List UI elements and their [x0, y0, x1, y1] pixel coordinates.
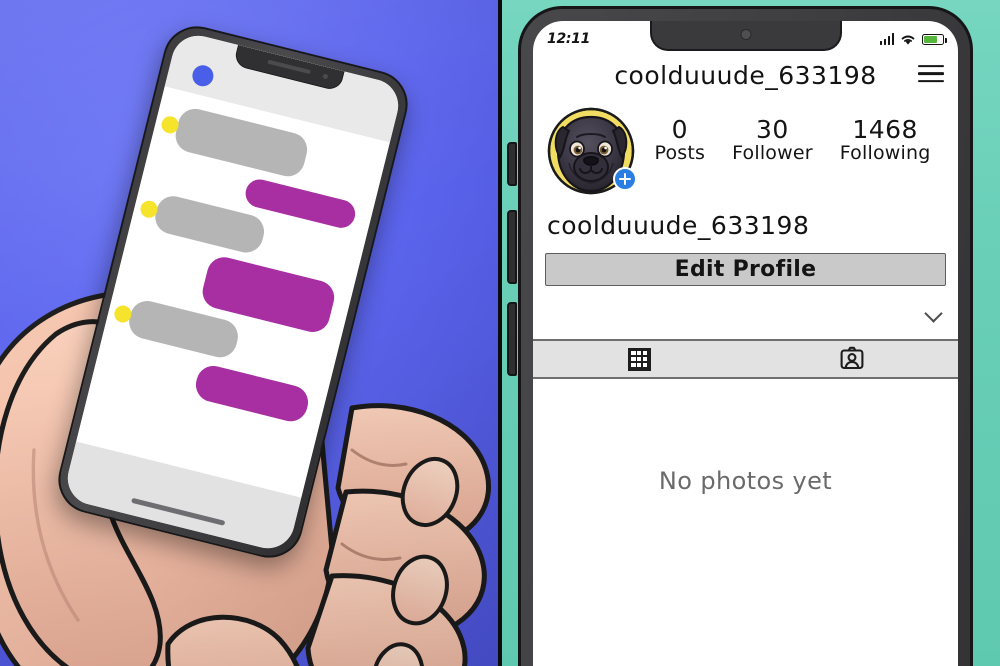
header-username: coolduuude_633198: [614, 61, 877, 90]
left-panel-hand-phone: [0, 0, 500, 666]
status-bar-icons: [879, 33, 947, 46]
wifi-icon: [901, 35, 915, 45]
posts-grid-tab[interactable]: [533, 341, 746, 377]
stat-posts[interactable]: 0 Posts: [654, 115, 706, 165]
stat-followers-label: Follower: [732, 142, 813, 165]
hamburger-menu-icon[interactable]: [918, 64, 944, 83]
right-phone-notch: [649, 21, 842, 51]
stat-followers[interactable]: 30 Follower: [732, 115, 813, 165]
empty-gallery-area: No photos yet: [533, 379, 958, 666]
tagged-photos-tab[interactable]: [746, 341, 959, 377]
stat-posts-value: 0: [671, 115, 688, 144]
battery-icon: [922, 33, 947, 45]
right-phone-screen: 12:11 coolduuude_633198 0 Posts 30 Follo…: [533, 21, 958, 666]
profile-header: coolduuude_633198: [533, 55, 958, 92]
front-camera-icon: [740, 29, 751, 40]
edit-profile-button[interactable]: Edit Profile: [545, 253, 946, 286]
stat-following[interactable]: 1468 Following: [839, 115, 931, 165]
profile-stats: 0 Posts 30 Follower 1468 Following: [635, 107, 944, 165]
volume-down-button[interactable]: [507, 302, 517, 376]
profile-display-name: coolduuude_633198: [547, 211, 810, 240]
front-camera-icon: [322, 73, 329, 80]
silent-switch-button[interactable]: [507, 142, 517, 186]
volume-up-button[interactable]: [507, 210, 517, 284]
status-bar-clock: 12:11: [547, 31, 591, 47]
avatar[interactable]: [547, 107, 637, 195]
stat-followers-value: 30: [756, 115, 789, 144]
right-panel-profile: 12:11 coolduuude_633198 0 Posts 30 Follo…: [500, 0, 1000, 666]
empty-state-text: No photos yet: [658, 467, 833, 495]
profile-summary-row: 0 Posts 30 Follower 1468 Following: [533, 107, 958, 195]
plus-badge-icon[interactable]: [613, 167, 637, 191]
edit-profile-label: Edit Profile: [674, 257, 817, 282]
screenshot-root: 12:11 coolduuude_633198 0 Posts 30 Follo…: [0, 0, 1000, 666]
grid-icon: [627, 347, 651, 371]
panel-divider: [498, 0, 502, 666]
earpiece-speaker-icon: [267, 59, 311, 75]
stat-posts-label: Posts: [654, 142, 706, 165]
tagged-icon: [840, 346, 864, 370]
profile-tab-bar: [533, 339, 958, 379]
chevron-down-icon[interactable]: [924, 304, 943, 323]
stat-following-value: 1468: [852, 115, 918, 144]
stat-following-label: Following: [839, 142, 931, 165]
cellular-signal-icon: [879, 33, 894, 45]
right-phone-device: 12:11 coolduuude_633198 0 Posts 30 Follo…: [507, 6, 973, 666]
